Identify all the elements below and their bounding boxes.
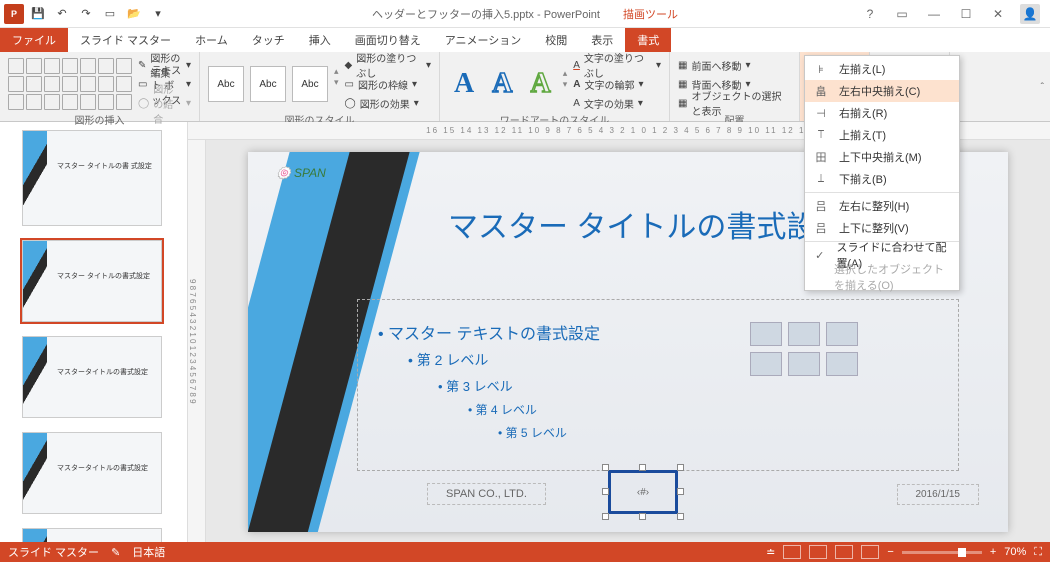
- group-wordart-styles: A A A ▴▾ A 文字の塗りつぶし ▾ A 文字の輪郭 ▾ A 文字の効果 …: [440, 52, 670, 121]
- shape-effects-button[interactable]: ◯ 図形の効果 ▾: [345, 94, 431, 112]
- tab-review[interactable]: 校閲: [533, 28, 579, 52]
- slide-logo: 🍥 SPAN: [276, 166, 326, 181]
- date-placeholder[interactable]: 2016/1/15: [898, 485, 979, 504]
- undo-icon[interactable]: ↶: [52, 4, 72, 24]
- bullet-level-5: • 第 5 レベル: [498, 424, 948, 441]
- text-outline-button[interactable]: A 文字の輪郭 ▾: [573, 75, 661, 93]
- content-placeholder-icons[interactable]: [750, 322, 858, 376]
- language-label[interactable]: 日本語: [132, 544, 165, 560]
- tab-home[interactable]: ホーム: [183, 28, 240, 52]
- align-selected-item: 選択したオブジェクトを揃える(O): [805, 266, 959, 288]
- align-right-item[interactable]: ⊣右揃え(R): [805, 102, 959, 124]
- fit-to-window-icon[interactable]: ⛶: [1034, 546, 1042, 559]
- shape-fill-button[interactable]: ◆ 図形の塗りつぶし ▾: [345, 56, 431, 74]
- master-thumb-1[interactable]: マスター タイトルの書 式設定: [22, 130, 162, 226]
- tab-file[interactable]: ファイル: [0, 28, 68, 52]
- spellcheck-icon[interactable]: ✎: [111, 546, 120, 559]
- redo-icon[interactable]: ↷: [76, 4, 96, 24]
- bullet-level-3: • 第 3 レベル: [438, 376, 948, 395]
- tab-touch[interactable]: タッチ: [240, 28, 297, 52]
- app-icon[interactable]: P: [4, 4, 24, 24]
- zoom-out-button[interactable]: −: [887, 546, 893, 558]
- collapse-ribbon-icon[interactable]: ˆ: [1041, 82, 1044, 93]
- master-title-placeholder[interactable]: マスター タイトルの書式設: [448, 202, 816, 246]
- zoom-in-button[interactable]: +: [990, 546, 996, 558]
- master-body-placeholder[interactable]: • マスター テキストの書式設定 • 第 2 レベル • 第 3 レベル • 第…: [358, 300, 958, 470]
- footer-company-placeholder[interactable]: SPAN CO., LTD.: [428, 484, 545, 504]
- layout-thumb-4[interactable]: マスタータイトルの書式設定: [22, 432, 162, 514]
- close-icon[interactable]: ✕: [988, 4, 1008, 24]
- open-icon[interactable]: 📂: [124, 4, 144, 24]
- zoom-slider[interactable]: [902, 551, 982, 554]
- tab-animations[interactable]: アニメーション: [433, 28, 534, 52]
- distribute-h-item[interactable]: 吕左右に整列(H): [805, 195, 959, 217]
- status-bar: スライド マスター ✎ 日本語 ≐ − + 70% ⛶: [0, 542, 1050, 562]
- online-picture-icon[interactable]: [788, 352, 820, 376]
- maximize-icon[interactable]: ☐: [956, 4, 976, 24]
- quick-access-toolbar: P 💾 ↶ ↷ ▭ 📂 ▾: [0, 4, 168, 24]
- align-left-item[interactable]: ⊧左揃え(L): [805, 58, 959, 80]
- save-icon[interactable]: 💾: [28, 4, 48, 24]
- align-bottom-item[interactable]: ⟘下揃え(B): [805, 168, 959, 190]
- window-controls: ? ▭ — ☐ ✕ 👤: [860, 4, 1050, 24]
- slide-number-placeholder[interactable]: ‹#›: [608, 470, 678, 514]
- title-bar: P 💾 ↶ ↷ ▭ 📂 ▾ ヘッダーとフッターの挿入5.pptx - Power…: [0, 0, 1050, 28]
- slide-master-thumbnails[interactable]: マスター タイトルの書 式設定 マスター タイトルの書式設定 マスタータイトルの…: [0, 122, 188, 542]
- group-shape-styles: AbcAbcAbc ▴▾ ◆ 図形の塗りつぶし ▾ ▭ 図形の枠線 ▾ ◯ 図形…: [200, 52, 440, 121]
- bullet-level-1: • マスター テキストの書式設定: [378, 320, 948, 344]
- tab-insert[interactable]: 挿入: [297, 28, 343, 52]
- start-icon[interactable]: ▭: [100, 4, 120, 24]
- wordart-gallery[interactable]: A A A ▴▾: [448, 68, 567, 100]
- distribute-v-item[interactable]: 吕上下に整列(V): [805, 217, 959, 239]
- tab-transitions[interactable]: 画面切り替え: [343, 28, 433, 52]
- selection-pane-button[interactable]: ▦ オブジェクトの選択と表示: [678, 94, 791, 112]
- smartart-icon[interactable]: [826, 322, 858, 346]
- window-title: ヘッダーとフッターの挿入5.pptx - PowerPoint 描画ツール: [372, 6, 678, 22]
- bullet-level-2: • 第 2 レベル: [408, 350, 948, 370]
- normal-view-icon[interactable]: [783, 545, 801, 559]
- sorter-view-icon[interactable]: [809, 545, 827, 559]
- view-mode-label: スライド マスター: [8, 544, 99, 560]
- picture-icon[interactable]: [750, 352, 782, 376]
- ribbon-options-icon[interactable]: ▭: [892, 4, 912, 24]
- tab-view[interactable]: 表示: [579, 28, 625, 52]
- align-middle-v-item[interactable]: 田上下中央揃え(M): [805, 146, 959, 168]
- merge-shapes-button[interactable]: ◯ 図形の結合 ▾: [138, 94, 191, 112]
- reading-view-icon[interactable]: [835, 545, 853, 559]
- align-top-item[interactable]: ⟙上揃え(T): [805, 124, 959, 146]
- group-arrange: ▦ 前面へ移動 ▾ ▦ 背面へ移動 ▾ ▦ オブジェクトの選択と表示 配置: [670, 52, 800, 121]
- bring-forward-button[interactable]: ▦ 前面へ移動 ▾: [678, 56, 791, 74]
- slideshow-view-icon[interactable]: [861, 545, 879, 559]
- separator: [805, 192, 959, 193]
- help-icon[interactable]: ?: [860, 4, 880, 24]
- table-icon[interactable]: [750, 322, 782, 346]
- context-tab-label: 描画ツール: [623, 9, 678, 21]
- qat-more-icon[interactable]: ▾: [148, 4, 168, 24]
- tab-format[interactable]: 書式: [625, 28, 671, 52]
- tab-slide-master[interactable]: スライド マスター: [68, 28, 183, 52]
- bullet-level-4: • 第 4 レベル: [468, 401, 948, 418]
- align-center-h-item[interactable]: 畠左右中央揃え(C): [805, 80, 959, 102]
- chart-icon[interactable]: [788, 322, 820, 346]
- shape-style-gallery[interactable]: AbcAbcAbc ▴▾: [208, 66, 339, 102]
- layout-thumb-2[interactable]: マスター タイトルの書式設定: [22, 240, 162, 322]
- video-icon[interactable]: [826, 352, 858, 376]
- layout-thumb-3[interactable]: マスタータイトルの書式設定: [22, 336, 162, 418]
- ribbon-tabs: ファイル スライド マスター ホーム タッチ 挿入 画面切り替え アニメーション…: [0, 28, 1050, 52]
- text-effects-button[interactable]: A 文字の効果 ▾: [573, 94, 661, 112]
- group-label: 図形の挿入: [8, 112, 191, 126]
- group-insert-shapes: ✎ 図形の編集 ▾ ▭ テキスト ボックス ▾ ◯ 図形の結合 ▾ 図形の挿入: [0, 52, 200, 121]
- zoom-level[interactable]: 70%: [1004, 546, 1026, 558]
- account-icon[interactable]: 👤: [1020, 4, 1040, 24]
- shapes-gallery[interactable]: [8, 58, 132, 110]
- vertical-ruler: 9 8 7 6 5 4 3 2 1 0 1 2 3 4 5 6 7 8 9: [188, 140, 206, 542]
- text-fill-button[interactable]: A 文字の塗りつぶし ▾: [573, 56, 661, 74]
- notes-button[interactable]: ≐: [766, 546, 775, 559]
- align-dropdown: ⊧左揃え(L) 畠左右中央揃え(C) ⊣右揃え(R) ⟙上揃え(T) 田上下中央…: [804, 55, 960, 291]
- minimize-icon[interactable]: —: [924, 4, 944, 24]
- layout-thumb-5[interactable]: マスタータイトルの書式設定: [22, 528, 162, 542]
- shape-outline-button[interactable]: ▭ 図形の枠線 ▾: [345, 75, 431, 93]
